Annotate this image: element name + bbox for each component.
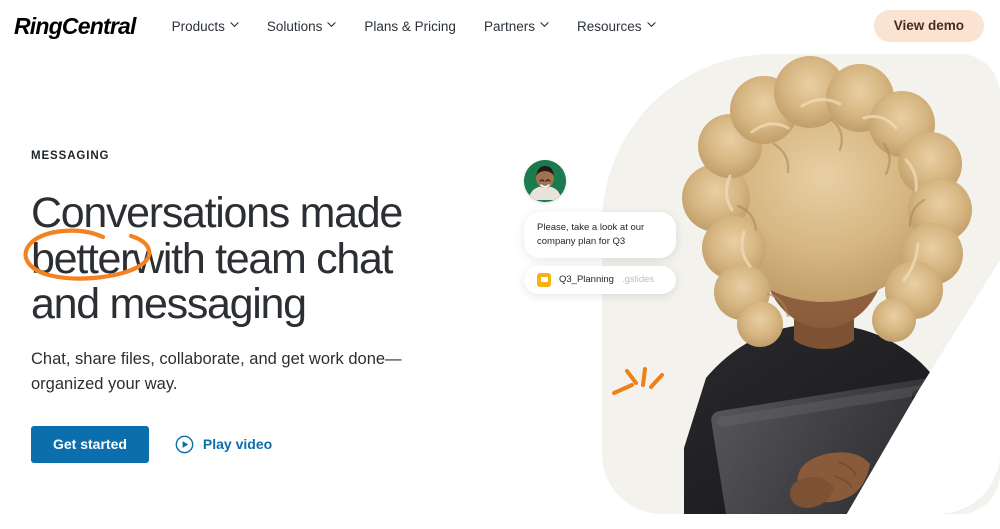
avatar [524,160,566,202]
headline-circled-word-wrap: better [23,228,152,283]
logo-text-ring: Ring [14,12,63,39]
nav-item-products[interactable]: Products [158,13,253,40]
hero-subhead: Chat, share files, collaborate, and get … [31,347,551,398]
slides-file-icon [537,272,551,287]
file-attachment-name: Q3_Planning [559,274,614,286]
sparkle-burst-icon [612,367,664,395]
hero-cta-row: Get started Play video [31,425,551,463]
ringcentral-logo[interactable]: Ring Central [14,13,136,40]
file-attachment-chip[interactable]: Q3_Planning .gslides [524,265,676,294]
view-demo-button[interactable]: View demo [873,10,984,42]
get-started-button[interactable]: Get started [31,425,149,463]
nav-item-solutions[interactable]: Solutions [253,13,351,40]
hero-copy: MESSAGING Conversations made better with … [23,150,551,463]
hero-eyebrow: MESSAGING [31,150,110,162]
play-video-label: Play video [202,436,273,453]
chat-message-bubble: Please, take a look at our company plan … [524,212,676,258]
nav-item-partners[interactable]: Partners [470,13,563,40]
chat-overlay: Please, take a look at our company plan … [524,160,694,294]
site-header: Ring Central Products Solutions Plans & P… [0,0,1000,52]
nav-label-products: Products [171,18,225,34]
nav-label-partners: Partners [483,18,535,34]
logo-text-central: Central [61,12,136,39]
chevron-down-icon [230,20,239,29]
page-title: Conversations made better with team chat … [23,189,551,329]
chevron-down-icon [540,20,549,29]
nav-label-resources: Resources [576,18,642,34]
chevron-down-icon [327,20,337,29]
play-video-link[interactable]: Play video [175,435,272,454]
subhead-line-2: organized your way. [31,375,178,394]
headline-circled-word: better [31,234,134,283]
main-navigation: Products Solutions Plans & Pricing Partn… [158,13,670,40]
nav-item-resources[interactable]: Resources [563,13,670,40]
subhead-line-1: Chat, share files, collaborate, and get … [31,349,402,368]
play-circle-icon [175,435,194,454]
headline-line-3: and messaging [31,280,307,329]
headline-line-2: better with team chat [23,228,551,283]
headline-line-2-rest: with team chat [133,234,393,283]
nav-label-solutions: Solutions [266,18,323,34]
chevron-down-icon [646,20,656,29]
headline-line-1: Conversations made [31,189,403,237]
nav-label-plans-pricing: Plans & Pricing [364,18,456,34]
file-attachment-extension: .gslides [621,274,655,286]
nav-item-plans-pricing[interactable]: Plans & Pricing [350,13,470,40]
